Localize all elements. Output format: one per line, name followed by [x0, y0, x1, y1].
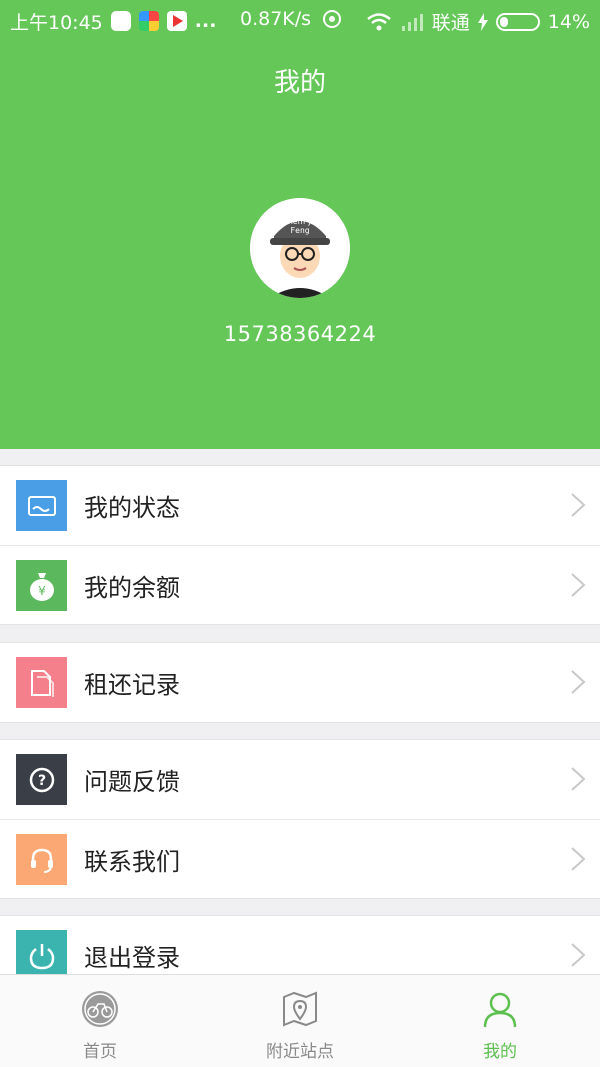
signal-icon	[401, 13, 423, 31]
avatar-cap-text: Henry	[288, 217, 312, 226]
play-store-icon	[166, 11, 187, 31]
menu-item-feedback[interactable]: ? 问题反馈	[0, 740, 600, 819]
menu-label-my-balance: 我的余额	[84, 574, 180, 602]
chevron-right-icon	[571, 573, 586, 597]
money-bag-icon: ¥	[16, 560, 67, 611]
tab-mine-label: 我的	[483, 1042, 517, 1062]
menu-item-my-balance[interactable]: ¥ 我的余额	[0, 545, 600, 624]
map-pin-icon	[283, 991, 317, 1027]
svg-text:?: ?	[37, 773, 45, 789]
battery-level: 14%	[547, 10, 590, 33]
tab-home[interactable]: 首页	[0, 975, 200, 1067]
chevron-right-icon	[571, 847, 586, 871]
wifi-icon	[366, 12, 391, 30]
phone-number: 15738364224	[223, 322, 377, 346]
status-time: 上午10:45	[10, 11, 103, 34]
charging-icon	[477, 12, 488, 31]
chevron-right-icon	[571, 670, 586, 694]
tab-nearby-stations[interactable]: 附近站点	[200, 975, 400, 1067]
network-speed: 0.87K/s	[240, 8, 312, 30]
document-icon	[16, 657, 67, 708]
profile-header: 我的 Henry Feng 15738364224	[0, 42, 600, 449]
menu-item-my-status[interactable]: 我的状态	[0, 466, 600, 545]
battery-icon	[495, 12, 540, 31]
chevron-right-icon	[571, 767, 586, 791]
status-icon	[16, 480, 67, 531]
wechat-app-icon	[110, 11, 131, 31]
question-icon: ?	[16, 754, 67, 805]
avatar-cartoon-image: Henry Feng	[250, 198, 350, 298]
page-title: 我的	[273, 68, 326, 98]
user-icon	[483, 992, 517, 1028]
chevron-right-icon	[571, 493, 586, 517]
hotspot-icon	[323, 10, 342, 28]
menu-group-account: 我的状态 ¥ 我的余额	[0, 465, 600, 625]
menu-label-rental-records: 租还记录	[84, 671, 180, 699]
menu-item-contact-us[interactable]: 联系我们	[0, 819, 600, 898]
menu-label-contact-us: 联系我们	[84, 848, 180, 876]
menu-label-logout: 退出登录	[84, 944, 180, 972]
avatar[interactable]: Henry Feng	[250, 198, 350, 298]
menu-group-support: ? 问题反馈 联系我们	[0, 739, 600, 899]
menu-label-my-status: 我的状态	[84, 494, 180, 522]
colorful-app-icon	[138, 11, 159, 31]
tab-mine[interactable]: 我的	[400, 975, 600, 1067]
tab-home-label: 首页	[83, 1042, 117, 1062]
tab-nearby-label: 附近站点	[266, 1042, 334, 1062]
menu-label-feedback: 问题反馈	[84, 768, 180, 796]
svg-text:¥: ¥	[38, 584, 46, 598]
headset-icon	[16, 834, 67, 885]
svg-text:Feng: Feng	[290, 226, 309, 235]
bicycle-icon	[82, 991, 118, 1027]
menu-group-records: 租还记录	[0, 642, 600, 723]
chevron-right-icon	[571, 943, 586, 967]
carrier-name: 联通	[431, 12, 470, 34]
bottom-tab-bar: 首页 附近站点 我的	[0, 974, 600, 1067]
status-bar: 上午10:45 ... 0.87K/s 联通 14%	[0, 0, 600, 42]
menu-item-rental-records[interactable]: 租还记录	[0, 643, 600, 722]
more-notifications: ...	[194, 10, 217, 32]
